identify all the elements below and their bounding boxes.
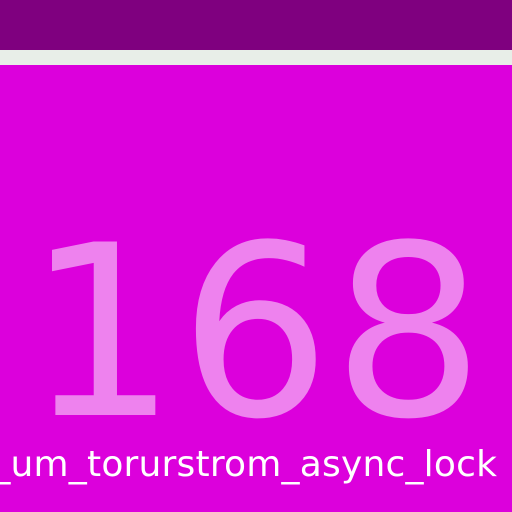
value-panel: 168 t_um_torurstrom_async_lock [0, 65, 512, 512]
top-bar [0, 0, 512, 50]
big-number-value: 168 [25, 195, 487, 472]
metric-caption: t_um_torurstrom_async_lock [0, 444, 498, 485]
app-screen: 168 t_um_torurstrom_async_lock [0, 0, 512, 512]
divider [0, 50, 512, 65]
